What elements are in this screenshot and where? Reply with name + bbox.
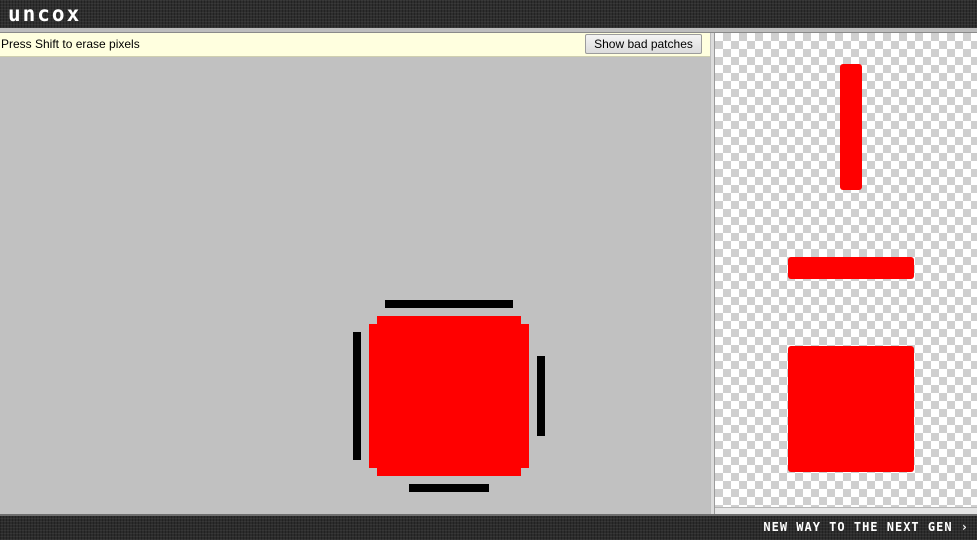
patch-edge-bottom-outer [377,468,521,476]
patch-edge-top-outer [377,316,521,324]
patch-body [369,324,529,468]
bottom-padding-guide[interactable] [409,484,489,492]
uncox-logo[interactable]: uncox [8,2,81,26]
top-banner: uncox [0,0,977,29]
preview-panel [715,33,977,514]
nine-patch-editor-canvas[interactable]: Press Shift to erase pixels Show bad pat… [0,33,710,514]
preview-tall-patch [840,64,862,190]
tagline-link[interactable]: NEW WAY TO THE NEXT GEN › [763,520,969,534]
preview-horizontal-scrollbar[interactable] [715,507,977,514]
left-stretch-guide[interactable] [353,332,361,460]
show-bad-patches-button[interactable]: Show bad patches [585,34,702,54]
preview-square-patch [788,346,914,472]
top-stretch-guide[interactable] [385,300,513,308]
hint-text: Press Shift to erase pixels [1,37,140,51]
patch-edge-top-inner [369,324,529,332]
right-padding-guide[interactable] [537,356,545,436]
bottom-banner: NEW WAY TO THE NEXT GEN › [0,514,977,540]
preview-wide-patch [788,257,914,279]
editor-infobar: Press Shift to erase pixels Show bad pat… [0,33,710,57]
